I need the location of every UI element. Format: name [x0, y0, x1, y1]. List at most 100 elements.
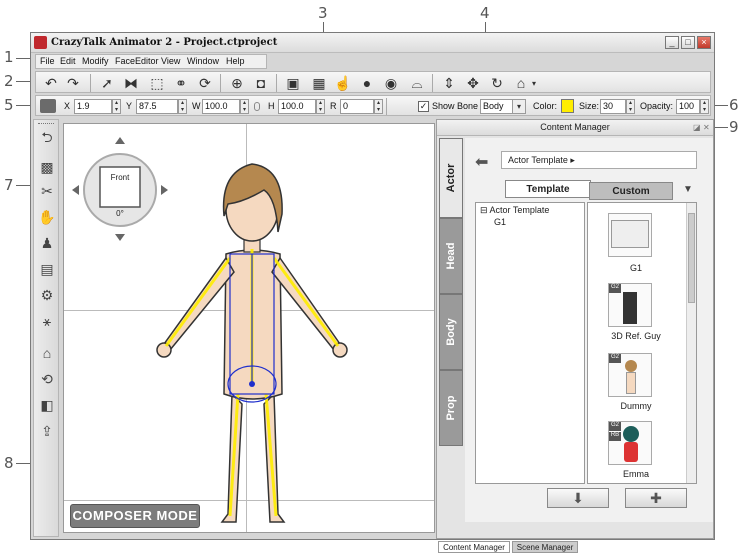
link-icon[interactable]: ⚭ — [172, 74, 190, 92]
bone-edit-icon[interactable]: ✂ — [38, 182, 56, 200]
tab-head[interactable]: Head — [439, 218, 463, 294]
add-anchor-icon[interactable]: ⊕ — [228, 74, 246, 92]
menu-faceeditor[interactable]: FaceEditor — [115, 56, 159, 66]
r-spinner[interactable]: ▴ ▾ — [374, 99, 383, 114]
thumb-label-g1: G1 — [629, 263, 642, 273]
size-spinner[interactable]: ▴ ▾ — [626, 99, 635, 114]
rotate-icon[interactable]: ↻ — [488, 74, 506, 92]
thumbnail-scrollbar[interactable] — [686, 203, 696, 483]
pick-icon[interactable]: ☝ — [334, 74, 352, 92]
mouth-icon[interactable]: ⌓ — [408, 74, 426, 92]
move-all-icon[interactable]: ✥ — [464, 74, 482, 92]
tree-root[interactable]: ⊟ Actor Template — [480, 205, 549, 216]
color-label: Color: — [533, 101, 558, 111]
apply-down-arrow-icon[interactable]: ⬇ — [547, 488, 609, 508]
thumb-g1-folder-icon[interactable] — [608, 213, 652, 257]
show-bone-checkbox[interactable]: ✓ — [418, 101, 429, 112]
close-button[interactable]: × — [697, 36, 711, 49]
actor-portrait-icon[interactable]: ▣ — [284, 74, 302, 92]
figure-icon[interactable]: ♟ — [38, 234, 56, 252]
actor-character[interactable] — [144, 154, 364, 524]
back-arrow-icon[interactable]: ⬅ — [475, 152, 488, 172]
y-input[interactable]: 87.5 — [136, 99, 178, 114]
stage-canvas[interactable]: Front 0° COMPOSER MODE — [63, 123, 435, 533]
window-title: CrazyTalk Animator 2 - Project.ctproject — [51, 37, 278, 48]
puppet-icon[interactable]: ⚹ — [38, 312, 56, 330]
thumb-emma[interactable]: G2 RB — [608, 421, 652, 465]
view-angle-label: 0° — [116, 209, 124, 218]
composer-mode-button[interactable]: COMPOSER MODE — [70, 504, 200, 528]
tab-prop[interactable]: Prop — [439, 370, 463, 446]
thumb-3d-ref-guy[interactable]: G2 — [608, 283, 652, 327]
chain-link-icon[interactable] — [254, 102, 260, 111]
thumb-dummy[interactable]: G2 — [608, 353, 652, 397]
tab-content-manager[interactable]: Content Manager — [438, 541, 510, 553]
house-icon[interactable]: ⌂ — [38, 344, 56, 362]
w-input[interactable]: 100.0 — [202, 99, 240, 114]
group-icon[interactable]: ⬚ — [148, 74, 166, 92]
callout-7: 7 — [4, 176, 14, 194]
export-icon[interactable]: ⇪ — [38, 422, 56, 440]
x-spinner[interactable]: ▴ ▾ — [112, 99, 121, 114]
w-spinner[interactable]: ▴ ▾ — [240, 99, 249, 114]
layer-icon[interactable]: ▦ — [310, 74, 328, 92]
menu-view[interactable]: View — [161, 56, 180, 66]
reset-icon[interactable]: ⟳ — [196, 74, 214, 92]
return-icon[interactable]: ⮌ — [38, 129, 56, 148]
refresh-icon[interactable]: ⟲ — [38, 370, 56, 388]
content-manager-title: Content Manager — [540, 122, 610, 132]
hand-g2-icon[interactable]: ✋ — [38, 208, 56, 226]
callout-6: 6 — [729, 96, 739, 114]
tab-template[interactable]: Template — [505, 180, 591, 198]
minimize-button[interactable]: _ — [665, 36, 679, 49]
menu-file[interactable]: File — [40, 56, 55, 66]
size-input[interactable]: 30 — [600, 99, 626, 114]
head-icon[interactable]: ● — [358, 74, 376, 92]
left-toolbar: ⮌ ▩ ✂ ✋ ♟ ▤ ⚙ ⚹ ⌂ ⟲ ◧ ⇪ — [33, 119, 59, 537]
menu-edit[interactable]: Edit — [60, 56, 76, 66]
maximize-button[interactable]: □ — [681, 36, 695, 49]
tab-actor[interactable]: Actor — [439, 138, 463, 218]
view-options-chevron-icon[interactable]: ▼ — [683, 184, 693, 195]
bone-color-swatch[interactable] — [561, 99, 574, 113]
door-icon[interactable]: ◧ — [38, 396, 56, 414]
callout-9: 9 — [729, 118, 739, 136]
anchor-edit-icon[interactable]: ◘ — [252, 74, 270, 92]
panel-restore-icon[interactable]: ◪ — [693, 120, 701, 135]
select-arrow-icon[interactable]: ➚ — [98, 74, 116, 92]
opacity-input[interactable]: 100 — [676, 99, 700, 114]
add-plus-icon[interactable]: ✚ — [625, 488, 687, 508]
r-input[interactable]: 0 — [340, 99, 374, 114]
menu-help[interactable]: Help — [226, 56, 245, 66]
menu-modify[interactable]: Modify — [82, 56, 109, 66]
move-vertical-icon[interactable]: ⇕ — [440, 74, 458, 92]
tab-body[interactable]: Body — [439, 294, 463, 370]
opacity-spinner[interactable]: ▴ ▾ — [700, 99, 709, 114]
r-label: R — [330, 101, 337, 111]
eye-icon[interactable]: ◉ — [382, 74, 400, 92]
h-spinner[interactable]: ▴ ▾ — [316, 99, 325, 114]
tab-custom[interactable]: Custom — [589, 182, 673, 200]
main-toolbar: ↶ ↷ ➚ ⧓ ⬚ ⚭ ⟳ ⊕ ◘ ▣ ▦ ☝ ● ◉ ⌓ ⇕ ✥ ↻ ⌂ ▾ — [35, 71, 711, 93]
bone-select-chevron-icon[interactable]: ▾ — [512, 99, 526, 114]
home-icon[interactable]: ⌂ — [512, 74, 530, 92]
settings-icon[interactable]: ⚙ — [38, 286, 56, 304]
h-input[interactable]: 100.0 — [278, 99, 316, 114]
panel-close-icon[interactable]: ✕ — [703, 120, 710, 135]
image-icon[interactable]: ▩ — [38, 158, 56, 176]
thumb-label-dummy: Dummy — [620, 401, 652, 411]
undo-icon[interactable]: ↶ — [42, 74, 60, 92]
menu-window[interactable]: Window — [187, 56, 219, 66]
attach-icon[interactable] — [40, 99, 56, 113]
chevron-down-icon[interactable]: ▾ — [530, 74, 538, 92]
tree-collapse-icon[interactable]: ⊟ — [480, 205, 490, 215]
flip-icon[interactable]: ⧓ — [122, 74, 140, 92]
tab-scene-manager[interactable]: Scene Manager — [512, 541, 578, 553]
redo-icon[interactable]: ↷ — [64, 74, 82, 92]
breadcrumb[interactable]: Actor Template ▸ — [501, 151, 697, 169]
y-spinner[interactable]: ▴ ▾ — [178, 99, 187, 114]
toolbar-grip — [38, 123, 54, 125]
layers-icon[interactable]: ▤ — [38, 260, 56, 278]
tree-child-g1[interactable]: G1 — [494, 217, 506, 227]
x-input[interactable]: 1.9 — [74, 99, 112, 114]
